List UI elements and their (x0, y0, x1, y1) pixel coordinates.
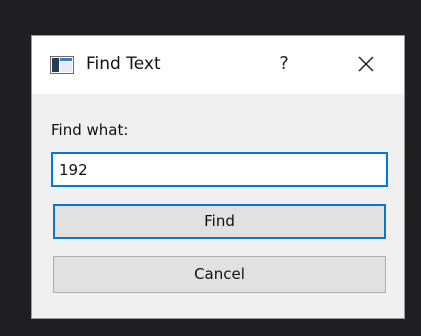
help-button[interactable]: ? (264, 49, 304, 79)
close-icon (346, 56, 386, 84)
find-what-input[interactable] (51, 152, 388, 187)
find-what-label: Find what: (51, 121, 129, 139)
window-title: Find Text (86, 54, 161, 74)
title-bar[interactable]: Find Text ? (32, 36, 404, 94)
window-icon (50, 56, 74, 74)
close-button[interactable] (346, 48, 386, 80)
find-text-dialog: Find Text ? Find what: Find Cancel (31, 35, 405, 319)
find-button[interactable]: Find (53, 204, 386, 239)
cancel-button[interactable]: Cancel (53, 256, 386, 293)
